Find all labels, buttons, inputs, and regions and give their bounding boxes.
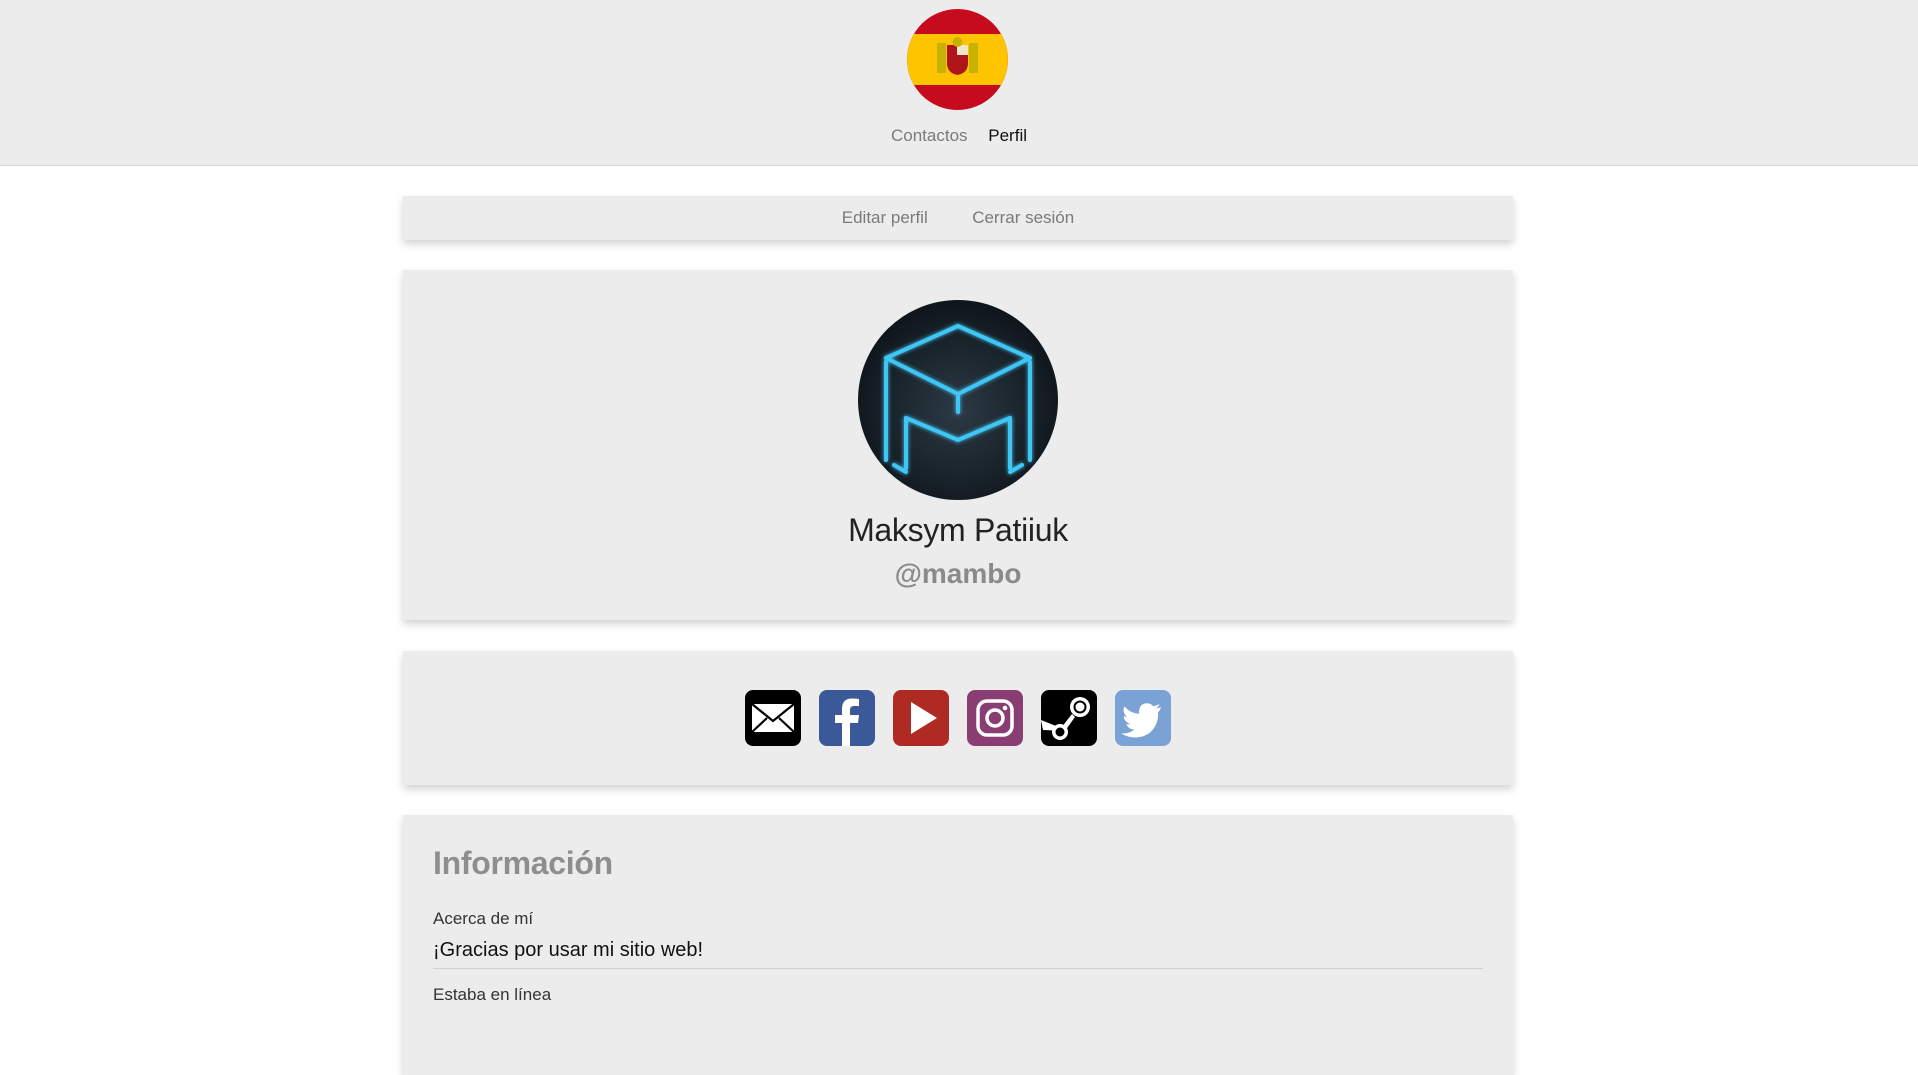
steam-icon[interactable] — [1041, 690, 1097, 746]
social-links — [403, 690, 1513, 746]
profile-card: Maksym Patiiuk @mambo — [403, 270, 1513, 620]
last-online-label: Estaba en línea — [433, 985, 552, 1004]
facebook-icon[interactable] — [819, 690, 875, 746]
avatar — [858, 300, 1058, 500]
twitter-icon[interactable] — [1115, 690, 1171, 746]
logout-link[interactable]: Cerrar sesión — [972, 196, 1074, 240]
nav-perfil[interactable]: Perfil — [988, 126, 1027, 145]
profile-username: @mambo — [894, 558, 1022, 589]
main-nav: Contactos Perfil — [0, 126, 1918, 146]
about-value: ¡Gracias por usar mi sitio web! — [433, 939, 1483, 969]
social-links-card — [403, 651, 1513, 785]
info-title: Información — [433, 845, 613, 881]
info-card: Información Acerca de mí ¡Gracias por us… — [403, 815, 1513, 1075]
top-header: Contactos Perfil — [0, 0, 1918, 166]
youtube-icon[interactable] — [893, 690, 949, 746]
edit-profile-link[interactable]: Editar perfil — [842, 196, 928, 240]
email-icon[interactable] — [745, 690, 801, 746]
profile-actions-bar: Editar perfil Cerrar sesión — [403, 196, 1513, 240]
instagram-icon[interactable] — [967, 690, 1023, 746]
profile-name: Maksym Patiiuk — [848, 512, 1068, 548]
about-label: Acerca de mí — [433, 909, 534, 928]
spain-flag-icon[interactable] — [907, 9, 1008, 110]
nav-contactos[interactable]: Contactos — [891, 126, 968, 145]
